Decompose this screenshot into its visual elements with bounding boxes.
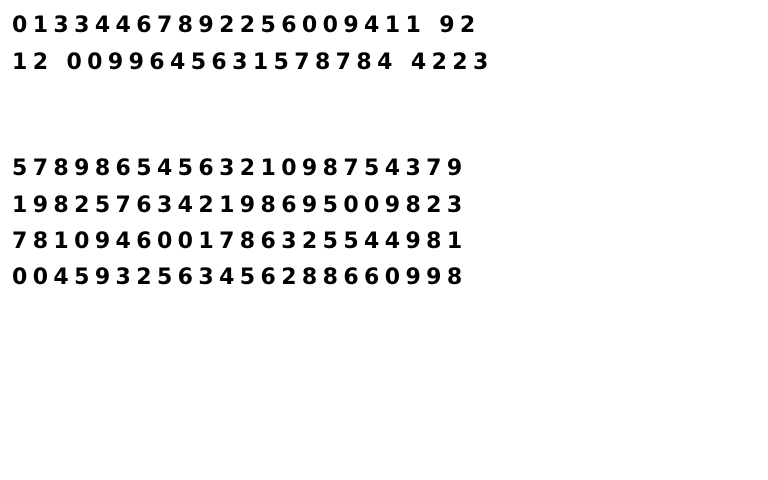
digit-line-3: 5789865456321098754379 [12, 156, 468, 181]
digit-line-6: 0045932563456288660998 [12, 265, 468, 290]
digit-sheet: 01334467892256009411 92 12 0099645631578… [0, 0, 768, 480]
digit-line-2: 12 0099645631578784 4223 [12, 50, 494, 75]
digit-line-5: 7810946001786325544981 [12, 229, 468, 254]
digit-line-1: 01334467892256009411 92 [12, 13, 481, 38]
digit-line-4: 1982576342198695009823 [12, 193, 468, 218]
